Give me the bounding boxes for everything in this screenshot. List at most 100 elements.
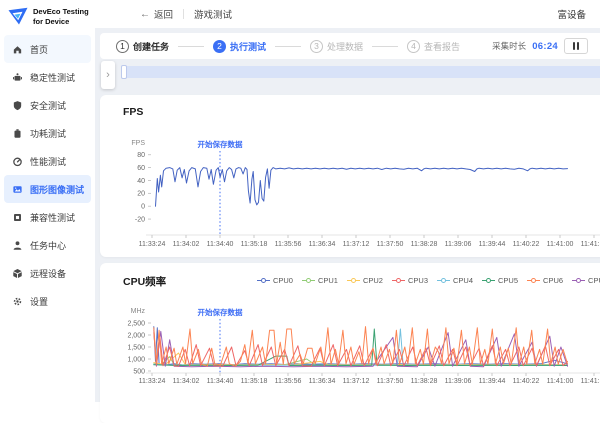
stepper-card: 1 创建任务 2 执行测试 3 处理数据 4 查看报告 采集时长 06:24 bbox=[100, 33, 600, 59]
pause-button[interactable] bbox=[564, 38, 588, 54]
svg-text:0: 0 bbox=[141, 204, 145, 211]
topbar-divider bbox=[183, 9, 184, 19]
svg-text:60: 60 bbox=[137, 165, 145, 172]
svg-text:11:40:22: 11:40:22 bbox=[513, 241, 540, 248]
sidebar-item-label: 安全测试 bbox=[30, 99, 66, 112]
svg-text:1,000: 1,000 bbox=[127, 356, 145, 363]
sidebar-item-label: 性能测试 bbox=[30, 155, 66, 168]
svg-text:11:34:40: 11:34:40 bbox=[207, 378, 234, 385]
sidebar-item-label: 功耗测试 bbox=[30, 127, 66, 140]
step-2[interactable]: 2 执行测试 bbox=[213, 40, 266, 53]
step-number: 3 bbox=[310, 40, 323, 53]
sidebar-item-label: 首页 bbox=[30, 43, 48, 56]
timeline-zoombar[interactable] bbox=[121, 66, 600, 78]
sidebar-item-label: 任务中心 bbox=[30, 239, 66, 252]
step-label: 执行测试 bbox=[230, 40, 266, 53]
back-label: 返回 bbox=[154, 7, 173, 21]
svg-text:11:41:38: 11:41:38 bbox=[581, 241, 600, 248]
svg-text:11:37:12: 11:37:12 bbox=[343, 378, 370, 385]
logo-subtitle: for Device bbox=[33, 17, 89, 27]
sidebar-item-stability-test[interactable]: 稳定性测试 bbox=[4, 63, 91, 91]
svg-text:11:36:34: 11:36:34 bbox=[309, 378, 336, 385]
step-label: 创建任务 bbox=[133, 40, 169, 53]
app-logo: DevEco Testing for Device bbox=[0, 0, 95, 35]
svg-text:11:33:24: 11:33:24 bbox=[139, 378, 166, 385]
breadcrumb-task-name: 游戏测试 bbox=[194, 7, 232, 21]
logo-title: DevEco Testing bbox=[33, 7, 89, 17]
topbar: ← 返回 游戏测试 富设备 bbox=[95, 0, 600, 28]
svg-text:11:37:50: 11:37:50 bbox=[377, 241, 404, 248]
sidebar-item-power-test[interactable]: 功耗测试 bbox=[4, 119, 91, 147]
chevron-right-icon: › bbox=[106, 69, 110, 81]
svg-text:80: 80 bbox=[137, 152, 145, 159]
step-label: 处理数据 bbox=[327, 40, 363, 53]
sidebar: DevEco Testing for Device 首页稳定性测试安全测试功耗测… bbox=[0, 0, 95, 402]
svg-text:11:37:50: 11:37:50 bbox=[377, 378, 404, 385]
fps-chart-card: FPS 11:33:2411:34:0211:34:4011:35:1811:3… bbox=[100, 95, 600, 257]
settings-icon bbox=[12, 296, 24, 307]
svg-text:开始保存数据: 开始保存数据 bbox=[198, 307, 243, 317]
sidebar-item-home[interactable]: 首页 bbox=[4, 35, 91, 63]
step-connector bbox=[275, 46, 301, 47]
svg-text:11:41:00: 11:41:00 bbox=[547, 241, 574, 248]
security-icon bbox=[12, 100, 24, 111]
sidebar-item-settings[interactable]: 设置 bbox=[4, 287, 91, 315]
pause-icon bbox=[573, 42, 575, 50]
svg-text:11:39:06: 11:39:06 bbox=[445, 378, 472, 385]
svg-text:40: 40 bbox=[137, 178, 145, 185]
expand-panel-button[interactable]: › bbox=[101, 61, 115, 89]
svg-text:11:41:00: 11:41:00 bbox=[547, 378, 574, 385]
svg-text:1,500: 1,500 bbox=[127, 344, 145, 351]
step-connector bbox=[372, 46, 398, 47]
svg-text:11:37:12: 11:37:12 bbox=[343, 241, 370, 248]
sidebar-item-task-center[interactable]: 任务中心 bbox=[4, 231, 91, 259]
step-number: 2 bbox=[213, 40, 226, 53]
compat-icon bbox=[12, 212, 24, 223]
performance-icon bbox=[12, 156, 24, 167]
svg-text:11:35:18: 11:35:18 bbox=[241, 378, 268, 385]
zoombar-handle[interactable] bbox=[121, 65, 127, 79]
collect-duration: 采集时长 06:24 bbox=[492, 38, 588, 54]
step-1[interactable]: 1 创建任务 bbox=[116, 40, 169, 53]
svg-text:开始保存数据: 开始保存数据 bbox=[198, 139, 243, 149]
cpu-chart-card: CPU频率 CPU0CPU1CPU2CPU3CPU4CPU5CPU6CPU7 1… bbox=[100, 263, 600, 423]
graphics-icon bbox=[12, 184, 24, 195]
back-button[interactable]: ← 返回 bbox=[140, 7, 173, 21]
step-number: 1 bbox=[116, 40, 129, 53]
pause-icon bbox=[577, 42, 579, 50]
cpu-chart[interactable]: 11:33:2411:34:0211:34:4011:35:1811:35:56… bbox=[100, 263, 600, 423]
sidebar-item-compatibility-test[interactable]: 兼容性测试 bbox=[4, 203, 91, 231]
svg-text:FPS: FPS bbox=[131, 140, 145, 147]
stability-icon bbox=[12, 72, 24, 83]
stepper: 1 创建任务 2 执行测试 3 处理数据 4 查看报告 bbox=[116, 40, 460, 53]
svg-text:11:41:38: 11:41:38 bbox=[581, 378, 600, 385]
svg-text:11:34:40: 11:34:40 bbox=[207, 241, 234, 248]
power-icon bbox=[12, 128, 24, 139]
step-number: 4 bbox=[407, 40, 420, 53]
fps-chart[interactable]: 11:33:2411:34:0211:34:4011:35:1811:35:56… bbox=[100, 95, 600, 257]
svg-text:2,500: 2,500 bbox=[127, 320, 145, 327]
step-label: 查看报告 bbox=[424, 40, 460, 53]
svg-text:11:34:02: 11:34:02 bbox=[173, 378, 200, 385]
deveco-logo-icon bbox=[8, 7, 28, 27]
svg-text:20: 20 bbox=[137, 191, 145, 198]
step-4[interactable]: 4 查看报告 bbox=[407, 40, 460, 53]
sidebar-item-security-test[interactable]: 安全测试 bbox=[4, 91, 91, 119]
step-3[interactable]: 3 处理数据 bbox=[310, 40, 363, 53]
sidebar-item-label: 图形图像测试 bbox=[30, 183, 84, 196]
svg-text:11:35:56: 11:35:56 bbox=[275, 241, 302, 248]
sidebar-item-remote-device[interactable]: 远程设备 bbox=[4, 259, 91, 287]
sidebar-item-performance-test[interactable]: 性能测试 bbox=[4, 147, 91, 175]
svg-text:11:38:28: 11:38:28 bbox=[411, 378, 438, 385]
svg-text:11:33:24: 11:33:24 bbox=[139, 241, 166, 248]
svg-text:11:39:44: 11:39:44 bbox=[479, 241, 506, 248]
home-icon bbox=[12, 44, 24, 55]
tasks-icon bbox=[12, 240, 24, 251]
svg-text:500: 500 bbox=[133, 368, 145, 375]
svg-text:11:40:22: 11:40:22 bbox=[513, 378, 540, 385]
device-name[interactable]: 富设备 bbox=[557, 7, 586, 21]
back-arrow-icon: ← bbox=[140, 9, 150, 20]
main-content: 1 创建任务 2 执行测试 3 处理数据 4 查看报告 采集时长 06:24 › FPS 11… bbox=[95, 28, 600, 402]
sidebar-item-graphics-test[interactable]: 图形图像测试 bbox=[4, 175, 91, 203]
collect-duration-value: 06:24 bbox=[532, 41, 558, 52]
